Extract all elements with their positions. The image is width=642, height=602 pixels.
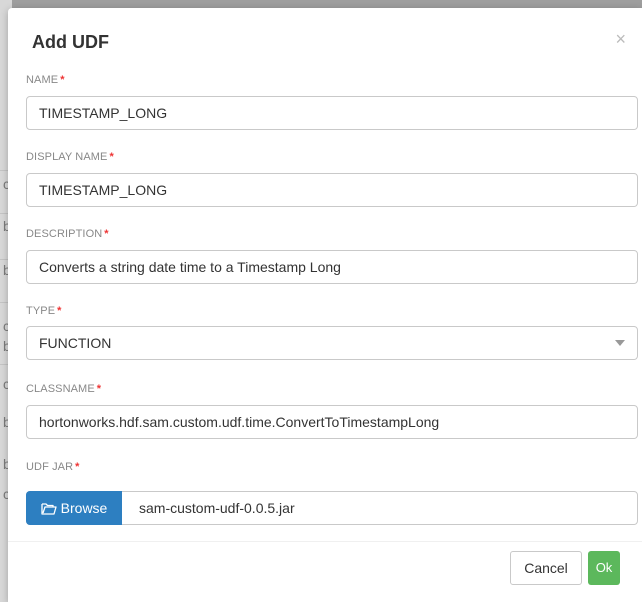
description-label: DESCRIPTION *	[26, 228, 109, 240]
type-select[interactable]: FUNCTION	[26, 326, 638, 360]
classname-label-text: CLASSNAME	[26, 383, 95, 395]
name-input-value: TIMESTAMP_LONG	[39, 105, 168, 121]
name-label: NAME *	[26, 74, 65, 86]
folder-open-icon	[41, 503, 57, 515]
cancel-button[interactable]: Cancel	[510, 551, 582, 585]
display-name-input-value: TIMESTAMP_LONG	[39, 182, 168, 198]
required-mark: *	[104, 228, 109, 240]
display-name-label-text: DISPLAY NAME	[26, 151, 108, 163]
classname-input-value: hortonworks.hdf.sam.custom.udf.time.Conv…	[39, 414, 440, 430]
required-mark: *	[75, 461, 80, 473]
chevron-down-icon[interactable]	[615, 340, 625, 346]
display-name-label: DISPLAY NAME *	[26, 151, 114, 163]
required-mark: *	[109, 151, 114, 163]
udf-jar-file-input[interactable]: Browse sam-custom-udf-0.0.5.jar	[26, 491, 638, 525]
footer-divider	[8, 541, 642, 542]
description-label-text: DESCRIPTION	[26, 228, 103, 240]
description-input-value: Converts a string date time to a Timesta…	[39, 259, 341, 275]
ok-button[interactable]: Ok	[588, 551, 620, 585]
udf-jar-label-text: UDF JAR	[26, 461, 74, 473]
display-name-input[interactable]: TIMESTAMP_LONG	[26, 173, 638, 207]
type-label-text: TYPE	[26, 305, 56, 317]
browse-button[interactable]: Browse	[26, 491, 122, 525]
description-input[interactable]: Converts a string date time to a Timesta…	[26, 250, 638, 284]
type-select-value: FUNCTION	[39, 335, 112, 351]
browse-button-label: Browse	[60, 500, 108, 516]
classname-label: CLASSNAME *	[26, 383, 101, 395]
type-label: TYPE *	[26, 305, 62, 317]
file-name-display: sam-custom-udf-0.0.5.jar	[139, 500, 295, 516]
close-icon[interactable]: ×	[615, 30, 626, 48]
required-mark: *	[57, 305, 62, 317]
classname-input[interactable]: hortonworks.hdf.sam.custom.udf.time.Conv…	[26, 405, 638, 439]
required-mark: *	[60, 74, 65, 86]
required-mark: *	[96, 383, 102, 395]
name-label-text: NAME	[26, 74, 59, 86]
udf-jar-label: UDF JAR *	[26, 461, 80, 473]
dialog-title: Add UDF	[32, 32, 109, 52]
name-input[interactable]: TIMESTAMP_LONG	[26, 96, 638, 130]
add-udf-dialog: Add UDF × NAME * TIMESTAMP_LONG DISPLAY N…	[8, 8, 642, 602]
